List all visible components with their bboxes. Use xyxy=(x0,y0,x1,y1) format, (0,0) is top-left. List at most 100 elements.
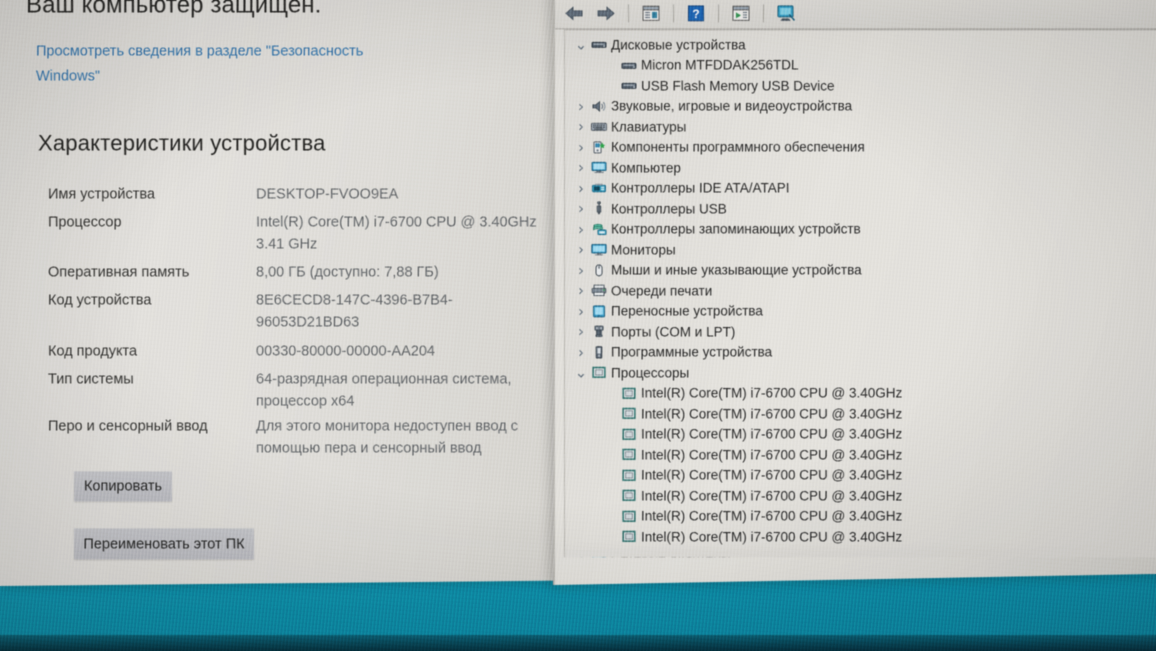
tree-item[interactable]: Intel(R) Core(TM) i7-6700 CPU @ 3.40GHz xyxy=(565,465,1156,486)
forward-icon[interactable] xyxy=(593,1,619,25)
desktop-shadow-band xyxy=(0,635,1156,651)
photographed-screen: Ваш компьютер защищен. Просмотреть сведе… xyxy=(0,0,1156,651)
tree-item[interactable]: ⌄ Дисковые устройства xyxy=(565,34,1156,55)
tree-item[interactable]: › Клавиатуры xyxy=(565,116,1156,136)
tree-item[interactable]: › Контроллеры запоминающих устройств xyxy=(565,219,1156,240)
spec-value: DESKTOP-FVOO9EA xyxy=(256,186,399,203)
tree-item-label: Контроллеры IDE ATA/ATAPI xyxy=(611,180,790,196)
tree-item[interactable]: › Контроллеры IDE ATA/ATAPI xyxy=(565,178,1156,199)
usb-icon xyxy=(589,201,609,216)
computer-icon xyxy=(589,161,609,175)
tree-item[interactable]: ⌄ Процессоры xyxy=(565,362,1156,383)
chevron-right-icon[interactable]: › xyxy=(573,159,589,177)
ide-controller-icon xyxy=(589,181,609,195)
keyboard-icon xyxy=(589,120,609,134)
chevron-right-icon[interactable]: › xyxy=(573,179,589,197)
spec-value: 8E6CECD8-147C-4396-B7B4-96053D21BD63 xyxy=(256,292,453,331)
spec-label: Тип системы xyxy=(48,371,134,388)
tree-item-label: Компьютер xyxy=(611,160,681,176)
spec-label: Оперативная память xyxy=(48,264,190,281)
chevron-down-icon[interactable]: ⌄ xyxy=(573,36,589,54)
tree-item[interactable]: › Компьютер xyxy=(565,157,1156,178)
tree-item-label: Компоненты программного обеспечения xyxy=(611,139,865,155)
tree-item[interactable]: USB Flash Memory USB Device xyxy=(565,75,1156,96)
spec-label: Процессор xyxy=(48,214,122,231)
show-hide-icon[interactable] xyxy=(728,1,754,25)
help-icon[interactable]: ? xyxy=(683,1,709,25)
tree-item-label: Очереди печати xyxy=(611,283,713,299)
chevron-right-icon[interactable]: › xyxy=(573,343,589,361)
processor-icon xyxy=(619,468,639,482)
disk-drive-icon xyxy=(589,38,609,52)
tree-item-label: Дисковые устройства xyxy=(611,37,746,53)
tree-item[interactable]: › Мониторы xyxy=(565,239,1156,260)
tree-item[interactable]: Intel(R) Core(TM) i7-6700 CPU @ 3.40GHz xyxy=(565,403,1156,424)
chevron-right-icon[interactable]: › xyxy=(573,200,589,218)
spec-value: 64-разрядная операционная система, проце… xyxy=(256,371,512,410)
tree-item-label: Мыши и иные указывающие устройства xyxy=(611,262,862,278)
chevron-right-icon[interactable]: › xyxy=(573,118,589,136)
tree-item-label: Программные устройства xyxy=(611,344,773,360)
tree-item[interactable]: › Компоненты программного обеспечения xyxy=(565,137,1156,158)
spec-label: Код продукта xyxy=(48,343,138,360)
tree-item[interactable]: Intel(R) Core(TM) i7-6700 CPU @ 3.40GHz xyxy=(565,485,1156,505)
tree-item-label: Micron MTFDDAK256TDL xyxy=(641,57,799,73)
tree-item[interactable]: Intel(R) Core(TM) i7-6700 CPU @ 3.40GHz xyxy=(565,424,1156,445)
chevron-right-icon[interactable]: › xyxy=(573,138,589,156)
chevron-right-icon[interactable]: › xyxy=(573,220,589,238)
tree-item[interactable]: › Очереди печати xyxy=(565,280,1156,301)
tree-item[interactable]: Intel(R) Core(TM) i7-6700 CPU @ 3.40GHz xyxy=(565,383,1156,404)
back-icon[interactable] xyxy=(561,1,587,25)
toolbar: ? xyxy=(555,0,1156,30)
port-icon xyxy=(589,325,609,339)
device-specifications-heading: Характеристики устройства xyxy=(38,130,326,156)
chevron-right-icon[interactable]: › xyxy=(573,282,589,300)
tree-item-label: Мониторы xyxy=(611,242,676,258)
tree-item[interactable]: › Переносные устройства xyxy=(565,301,1156,322)
device-tree-panel[interactable]: ⌄ Дисковые устройства Micron MTFDDAK256TDL… xyxy=(564,29,1156,558)
chevron-right-icon[interactable]: › xyxy=(573,302,589,320)
scan-hardware-icon[interactable] xyxy=(773,1,799,25)
tree-item[interactable]: Intel(R) Core(TM) i7-6700 CPU @ 3.40GHz xyxy=(565,444,1156,465)
tree-item-label: Контроллеры USB xyxy=(611,201,727,217)
tree-item-label: Intel(R) Core(TM) i7-6700 CPU @ 3.40GHz xyxy=(641,406,903,422)
chevron-right-icon[interactable]: › xyxy=(573,261,589,279)
spec-label: Код устройства xyxy=(48,292,152,309)
tree-item[interactable]: › Контроллеры USB xyxy=(565,198,1156,219)
tree-item-label: Клавиатуры xyxy=(611,119,687,135)
processor-icon xyxy=(619,448,639,462)
processor-icon xyxy=(619,407,639,421)
tree-item[interactable]: › Звуковые, игровые и видеоустройства xyxy=(565,96,1156,117)
storage-controller-icon xyxy=(589,222,609,236)
windows-security-link[interactable]: Просмотреть сведения в разделе "Безопасн… xyxy=(36,39,406,89)
disk-drive-icon xyxy=(619,58,639,72)
software-component-icon xyxy=(589,140,609,154)
tree-item-label: Звуковые, игровые и видеоустройства xyxy=(611,98,853,114)
tree-item-label: Переносные устройства xyxy=(611,303,763,319)
toolbar-separator xyxy=(763,4,764,23)
tree-item-label: Intel(R) Core(TM) i7-6700 CPU @ 3.40GHz xyxy=(641,385,903,401)
properties-icon[interactable] xyxy=(638,1,664,25)
toolbar-separator xyxy=(673,4,674,23)
tree-item-label: Порты (COM и LPT) xyxy=(611,324,736,340)
speaker-icon xyxy=(589,99,609,113)
tree-item-label: Intel(R) Core(TM) i7-6700 CPU @ 3.40GHz xyxy=(641,467,903,483)
tree-item[interactable]: Micron MTFDDAK256TDL xyxy=(565,55,1156,76)
chevron-right-icon[interactable]: › xyxy=(573,323,589,341)
tree-item[interactable]: › Порты (COM и LPT) xyxy=(565,321,1156,342)
settings-about-pane: Ваш компьютер защищен. Просмотреть сведе… xyxy=(0,0,556,587)
tree-item-label: Intel(R) Core(TM) i7-6700 CPU @ 3.40GHz xyxy=(641,426,903,442)
chevron-down-icon[interactable]: ⌄ xyxy=(573,364,589,382)
copy-button[interactable]: Копировать xyxy=(74,471,172,502)
chevron-right-icon[interactable]: › xyxy=(573,241,589,259)
processor-icon xyxy=(619,509,639,523)
processor-icon xyxy=(619,427,639,441)
chevron-right-icon[interactable]: › xyxy=(573,97,589,115)
tree-item[interactable]: › Программные устройства xyxy=(565,342,1156,363)
rename-pc-button[interactable]: Переименовать этот ПК xyxy=(74,528,254,560)
tree-item-label: Процессоры xyxy=(611,365,690,381)
spec-value: Для этого монитора недоступен ввод с пом… xyxy=(256,418,518,457)
tree-item[interactable]: Intel(R) Core(TM) i7-6700 CPU @ 3.40GHz xyxy=(565,506,1156,527)
disk-drive-icon xyxy=(619,79,639,93)
tree-item[interactable]: › Мыши и иные указывающие устройства xyxy=(565,260,1156,281)
